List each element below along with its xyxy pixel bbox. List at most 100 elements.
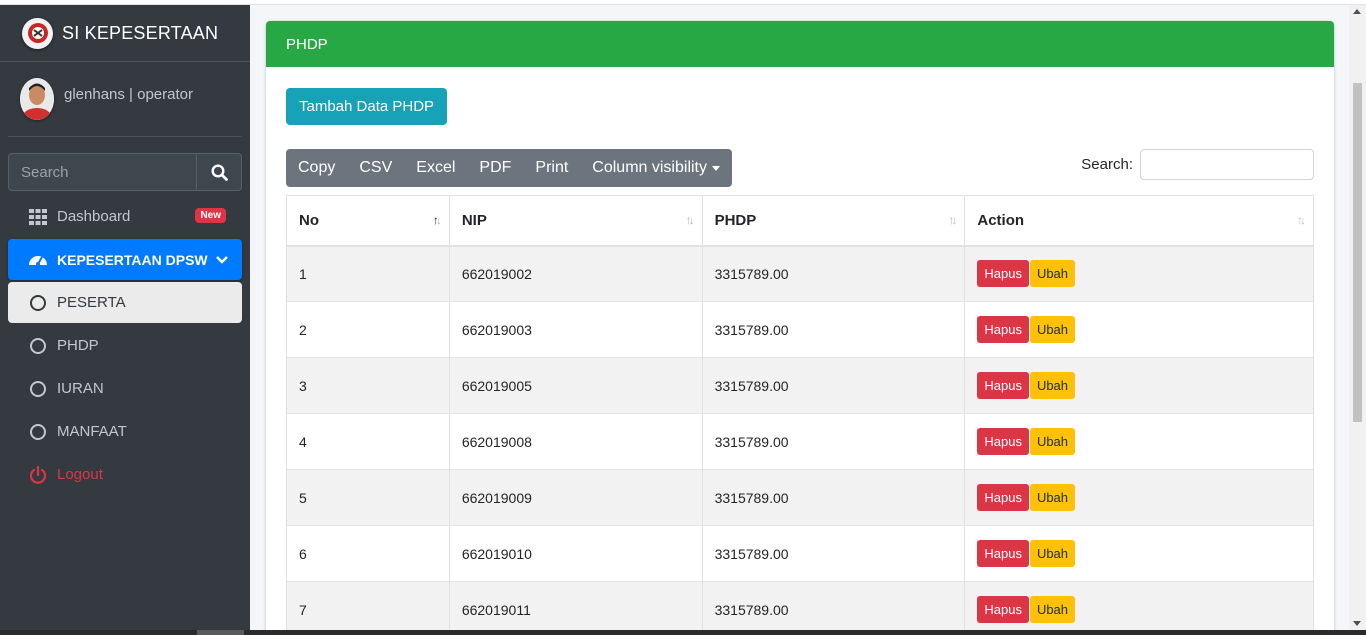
table-row: 2 662019003 3315789.00 Hapus Ubah (286, 301, 1314, 358)
add-phdp-button[interactable]: Tambah Data PHDP (286, 88, 448, 125)
edit-button[interactable]: Ubah (1029, 596, 1076, 623)
search-icon (210, 163, 228, 181)
sidebar-item-manfaat[interactable]: MANFAAT (8, 411, 242, 452)
tachometer-icon (27, 251, 49, 269)
table-row: 4 662019008 3315789.00 Hapus Ubah (286, 413, 1314, 470)
circle-icon (27, 380, 49, 397)
sort-icon: ↑↓ (948, 213, 957, 227)
cell-action: Hapus Ubah (964, 581, 1314, 630)
caret-down-icon (712, 165, 720, 171)
column-header-label: No (299, 211, 319, 229)
circle-icon (27, 423, 49, 440)
column-visibility-button[interactable]: Column visibility (580, 149, 732, 187)
cell-no: 2 (286, 301, 450, 358)
column-header-nip[interactable]: NIP ↑↓ (448, 195, 703, 247)
sidebar-item-label: KEPESERTAAN DPSW (57, 251, 208, 268)
csv-button[interactable]: CSV (347, 149, 404, 187)
edit-button[interactable]: Ubah (1029, 484, 1076, 511)
sidebar-search-button[interactable] (196, 153, 242, 191)
main-content: PHDP Tambah Data PHDP Copy CSV Excel PDF… (250, 5, 1349, 630)
cell-nip: 662019009 (448, 469, 703, 526)
edit-button[interactable]: Ubah (1029, 428, 1076, 455)
delete-button[interactable]: Hapus (977, 372, 1029, 399)
horizontal-scrollbar[interactable] (0, 630, 1366, 635)
brand[interactable]: SI KEPESERTAAN (0, 5, 250, 62)
sidebar-nav: Dashboard New KEPESERTAAN DPSW PESERTA P… (0, 196, 250, 495)
sidebar: SI KEPESERTAAN glenhans | operator Searc… (0, 5, 250, 630)
card-title: PHDP (266, 21, 1334, 67)
column-header-label: PHDP (714, 211, 757, 229)
cell-action: Hapus Ubah (964, 301, 1314, 358)
horizontal-scrollbar-thumb[interactable] (197, 630, 244, 635)
circle-icon (27, 337, 49, 354)
delete-button[interactable]: Hapus (977, 484, 1029, 511)
column-header-phdp[interactable]: PHDP ↑↓ (701, 195, 966, 247)
delete-button[interactable]: Hapus (977, 596, 1029, 623)
copy-button[interactable]: Copy (286, 149, 347, 187)
sidebar-item-kepesertaan[interactable]: KEPESERTAAN DPSW (8, 239, 242, 280)
edit-button[interactable]: Ubah (1029, 372, 1076, 399)
cell-action: Hapus Ubah (964, 357, 1314, 414)
table-row: 5 662019009 3315789.00 Hapus Ubah (286, 469, 1314, 526)
cell-nip: 662019005 (448, 357, 703, 414)
sort-ascending-icon: ↑↓ (432, 213, 442, 227)
avatar[interactable] (20, 78, 54, 120)
phdp-card: PHDP Tambah Data PHDP Copy CSV Excel PDF… (266, 21, 1334, 630)
cell-nip: 662019011 (448, 581, 703, 630)
circle-icon (27, 294, 49, 311)
cell-phdp: 3315789.00 (701, 469, 966, 526)
column-header-no[interactable]: No ↑↓ (286, 195, 450, 247)
cell-phdp: 3315789.00 (701, 525, 966, 582)
table-row: 6 662019010 3315789.00 Hapus Ubah (286, 525, 1314, 582)
cell-action: Hapus Ubah (964, 413, 1314, 470)
cell-nip: 662019008 (448, 413, 703, 470)
print-button[interactable]: Print (523, 149, 580, 187)
table-search-input[interactable] (1140, 149, 1314, 180)
delete-button[interactable]: Hapus (977, 428, 1029, 455)
edit-button[interactable]: Ubah (1029, 540, 1076, 567)
cell-no: 1 (286, 245, 450, 302)
sidebar-item-label: Dashboard (57, 208, 131, 225)
delete-button[interactable]: Hapus (977, 540, 1029, 567)
sidebar-item-peserta[interactable]: PESERTA (8, 282, 242, 323)
cell-no: 3 (286, 357, 450, 414)
cell-nip: 662019002 (448, 245, 703, 302)
column-header-action[interactable]: Action ↑↓ (964, 195, 1314, 247)
delete-button[interactable]: Hapus (977, 316, 1029, 343)
sidebar-item-label: IURAN (57, 380, 104, 397)
edit-button[interactable]: Ubah (1029, 316, 1076, 343)
cell-no: 7 (286, 581, 450, 630)
delete-button[interactable]: Hapus (977, 260, 1029, 288)
sidebar-item-phdp[interactable]: PHDP (8, 325, 242, 366)
sidebar-item-logout[interactable]: Logout (8, 454, 242, 495)
scroll-up-arrow-icon[interactable] (1353, 9, 1361, 14)
user-panel: glenhans | operator (8, 62, 242, 137)
cell-no: 4 (286, 413, 450, 470)
pdf-button[interactable]: PDF (467, 149, 523, 187)
table-row: 7 662019011 3315789.00 Hapus Ubah (286, 581, 1314, 630)
brand-title: SI KEPESERTAAN (62, 22, 219, 43)
sidebar-item-label: MANFAAT (57, 423, 127, 440)
column-header-label: Action (977, 211, 1025, 229)
excel-button[interactable]: Excel (404, 149, 467, 187)
brand-logo-icon (22, 17, 53, 49)
edit-button[interactable]: Ubah (1029, 260, 1076, 288)
user-name-link[interactable]: glenhans | operator (64, 86, 193, 103)
cell-no: 5 (286, 469, 450, 526)
sort-icon: ↑↓ (685, 213, 695, 227)
column-header-label: NIP (461, 211, 487, 229)
top-strip (0, 0, 1366, 5)
sidebar-item-dashboard[interactable]: Dashboard New (8, 196, 242, 237)
sidebar-item-label: PESERTA (57, 294, 126, 311)
sidebar-item-label: PHDP (57, 337, 99, 354)
cell-action: Hapus Ubah (964, 245, 1314, 302)
sidebar-item-iuran[interactable]: IURAN (8, 368, 242, 409)
cell-action: Hapus Ubah (964, 469, 1314, 526)
chevron-down-icon (216, 252, 228, 269)
power-icon (27, 465, 49, 484)
scrollbar-thumb[interactable] (1353, 83, 1362, 422)
cell-phdp: 3315789.00 (701, 413, 966, 470)
vertical-scrollbar[interactable] (1349, 5, 1366, 630)
scroll-down-arrow-icon[interactable] (1353, 621, 1361, 626)
sidebar-search-input[interactable] (8, 153, 196, 191)
